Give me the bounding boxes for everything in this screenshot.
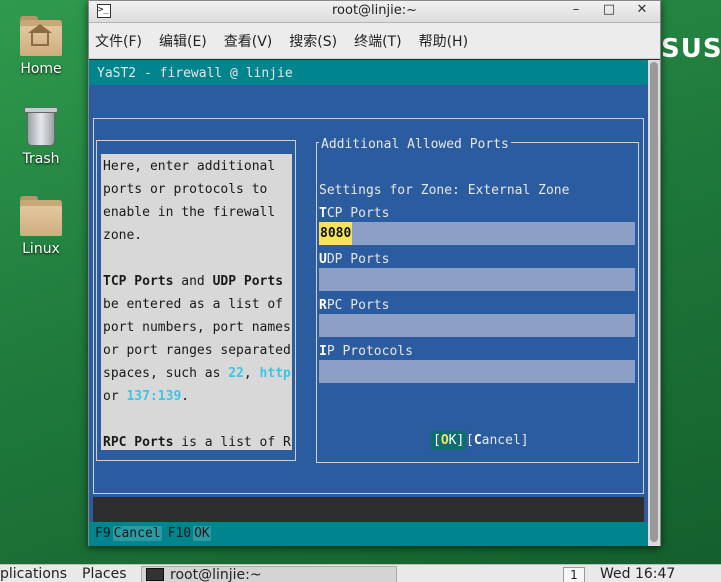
help-line: zone.	[103, 228, 143, 243]
fkey-f10[interactable]: F10 OK	[161, 526, 211, 541]
cancel-button[interactable]: [Cancel]	[466, 429, 529, 452]
menu-edit[interactable]: 编辑(E)	[159, 31, 207, 51]
help-line: TCP Ports and UDP Ports can	[103, 274, 292, 289]
terminal-icon	[146, 568, 164, 581]
function-key-bar: F9 Cancel F10 OK	[89, 522, 648, 546]
window-titlebar[interactable]: >_ root@linjie:~ – □ ✕	[89, 1, 660, 23]
terminal-content[interactable]: YaST2 - firewall @ linjie Here, enter ad…	[89, 60, 648, 546]
places-menu[interactable]: Places	[82, 566, 127, 582]
menu-view[interactable]: 查看(V)	[224, 31, 273, 51]
menu-terminal[interactable]: 终端(T)	[354, 31, 401, 51]
desktop-icon-home[interactable]: Home	[10, 14, 72, 77]
menu-help[interactable]: 帮助(H)	[419, 31, 468, 51]
desktop-icon-label: Trash	[22, 151, 60, 167]
status-line	[93, 497, 644, 522]
help-text-panel[interactable]: Here, enter additional ports or protocols…	[101, 154, 292, 450]
help-line	[103, 408, 292, 431]
home-folder-icon	[18, 14, 64, 58]
taskbar: plications Places root@linjie:~ 1 Wed 16…	[0, 564, 721, 582]
help-line: or 137:139.	[103, 389, 190, 404]
help-line: spaces, such as 22, http,	[103, 366, 292, 381]
help-line: RPC Ports is a list of RPC	[103, 435, 292, 450]
taskbar-terminal-button[interactable]: root@linjie:~	[141, 566, 397, 582]
fkey-f9[interactable]: F9 Cancel	[89, 526, 162, 541]
desktop-icon-label: Linux	[22, 241, 60, 257]
help-line: port numbers, port names,	[103, 320, 292, 335]
applications-menu[interactable]: plications	[0, 566, 67, 582]
scrollbar-thumb[interactable]	[650, 62, 658, 542]
menu-file[interactable]: 文件(F)	[95, 31, 142, 51]
folder-icon	[18, 194, 64, 238]
close-button[interactable]: ✕	[632, 2, 652, 17]
help-line: Here, enter additional	[103, 159, 276, 174]
help-line: or port ranges separated by	[103, 343, 292, 358]
zone-label: Settings for Zone: External Zone	[319, 183, 570, 198]
desktop-icon-linux[interactable]: Linux	[10, 194, 72, 257]
help-line: ports or protocols to	[103, 182, 268, 197]
trash-icon	[18, 104, 64, 148]
help-line: be entered as a list of	[103, 297, 284, 312]
tcp-ports-input[interactable]: 8080	[319, 222, 635, 245]
tcp-ports-value: 8080	[319, 222, 353, 245]
help-line	[103, 247, 292, 270]
rpc-ports-input[interactable]	[319, 314, 635, 337]
minimize-button[interactable]: –	[566, 2, 586, 17]
desktop-icon-trash[interactable]: Trash	[10, 104, 72, 167]
yast-title-bar: YaST2 - firewall @ linjie	[89, 60, 648, 85]
help-line: enable in the firewall	[103, 205, 276, 220]
menu-search[interactable]: 搜索(S)	[289, 31, 337, 51]
menubar: 文件(F) 编辑(E) 查看(V) 搜索(S) 终端(T) 帮助(H)	[89, 23, 660, 59]
suse-logo: SUSE	[661, 34, 721, 64]
clock[interactable]: Wed 16:47	[600, 566, 675, 582]
udp-ports-input[interactable]	[319, 268, 635, 291]
frame-title: Additional Allowed Ports	[319, 133, 511, 156]
maximize-button[interactable]: □	[599, 2, 619, 17]
terminal-scrollbar[interactable]	[648, 60, 660, 546]
terminal-window: >_ root@linjie:~ – □ ✕ 文件(F) 编辑(E) 查看(V)…	[88, 0, 661, 546]
desktop-icon-label: Home	[20, 61, 62, 77]
workspace-indicator[interactable]: 1	[563, 567, 585, 582]
ok-button[interactable]: [OK]	[431, 429, 467, 452]
ip-protocols-input[interactable]	[319, 360, 635, 383]
